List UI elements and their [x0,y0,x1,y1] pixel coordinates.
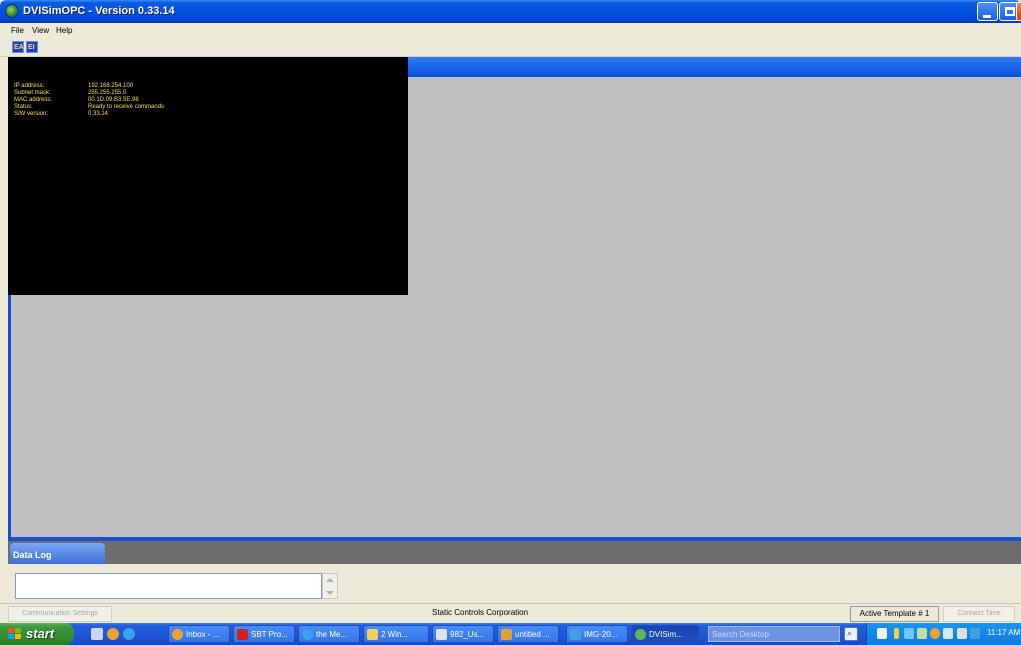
ie-icon [302,629,313,640]
taskbar-item-windows[interactable]: 2 Win... [363,625,429,643]
app-window: DVISimOPC - Version 0.33.14 File View He… [0,0,1021,623]
close-button[interactable] [1016,2,1021,21]
tray-volume-icon[interactable] [957,628,967,639]
dvisim-icon [635,629,646,640]
system-tray: 11:17 AM [866,623,1021,645]
menu-bar: File View Help [0,23,1021,39]
tray-security-icon[interactable] [943,628,953,639]
pdf-icon [237,629,248,640]
info-label: Status: [14,104,33,110]
email-icon [172,629,183,640]
taskbar-item-label: the Me... [316,630,348,639]
active-template-indicator: Active Template # 1 [850,606,939,622]
taskbar-item-inbox[interactable]: Inbox - ... [168,625,230,643]
info-value: Ready to receive commands [88,104,165,110]
minimize-icon [983,15,991,18]
taskbar-item-label: SBT Pro... [251,630,288,639]
image-icon [570,629,581,640]
toolbar-ea-label: EA [14,44,24,51]
quicklaunch-ie-icon[interactable] [123,628,135,640]
company-label: Static Controls Corporation [432,608,529,617]
device-info-panel: IP address: 192.168.254.100 Subnet mask:… [8,57,408,295]
scroll-down-icon[interactable] [326,591,334,595]
tray-help-icon[interactable] [877,628,887,639]
info-value: 00.1D.09.B3.5E.98 [88,97,139,103]
taskbar-item-sbt[interactable]: SBT Pro... [233,625,295,643]
desktop-search-input[interactable]: Search Desktop [708,626,840,642]
taskbar-item-untitled[interactable]: untitled ... [497,625,559,643]
taskbar-item-label: DVISim... [649,630,683,639]
connect-time-button[interactable]: Connect Time [943,606,1015,622]
quicklaunch-browser-icon[interactable] [107,628,119,640]
data-log-tab-label: Data Log [13,550,52,560]
info-label: MAC address: [14,97,53,103]
taskbar-item-label: Inbox - ... [186,630,220,639]
taskbar-item-982[interactable]: 982_Us... [432,625,494,643]
taskbar-item-label: 982_Us... [450,630,485,639]
search-button[interactable]: ⌕ [844,627,858,641]
info-value: 255.255.255.0 [88,90,127,96]
tray-app-icon[interactable] [917,628,927,639]
window-title: DVISimOPC - Version 0.33.14 [23,5,175,17]
workspace-header-bar [408,57,1021,77]
info-label: S/W version: [14,111,49,117]
menu-file[interactable]: File [11,26,24,35]
info-value: 192.168.254.100 [88,83,134,89]
tray-network-icon[interactable] [904,628,914,639]
data-log-tab[interactable]: Data Log [10,543,105,564]
document-icon [436,629,447,640]
info-label: IP address: [14,83,45,89]
toolbar: EA EI [0,39,1021,57]
taskbar-item-label: IMG-20... [584,630,618,639]
scroll-up-icon[interactable] [326,578,334,582]
tray-display-icon[interactable] [970,628,980,639]
start-label: start [26,626,55,641]
toolbar-ei-button[interactable]: EI [26,41,38,53]
minimize-button[interactable] [977,2,998,21]
workspace-left-border [8,295,11,541]
search-placeholder: Search Desktop [712,630,769,639]
status-bar: Communication Settings Static Controls C… [0,603,1021,623]
tray-info-icon[interactable] [894,628,899,639]
taskbar-item-the-me[interactable]: the Me... [298,625,360,643]
communication-settings-button[interactable]: Communication Settings [8,606,112,622]
taskbar-item-dvisim[interactable]: DVISim... [631,625,699,643]
app-icon [5,4,19,18]
data-log-scrollbar[interactable] [322,573,338,599]
toolbar-ei-label: EI [28,44,35,51]
start-button[interactable]: start [0,623,74,645]
menu-view[interactable]: View [32,26,49,35]
folder-icon [367,629,378,640]
toolbar-ea-button[interactable]: EA [12,41,24,53]
taskbar-item-label: untitled ... [515,630,550,639]
data-log-textbox[interactable] [15,573,322,599]
info-value: 0.33.14 [88,111,109,117]
quicklaunch-notepad-icon[interactable] [91,628,103,640]
windows-logo-icon [8,628,21,640]
title-bar[interactable]: DVISimOPC - Version 0.33.14 [0,0,1021,23]
paint-icon [501,629,512,640]
taskbar-item-label: 2 Win... [381,630,409,639]
data-log-tab-strip: Data Log [8,541,1021,564]
taskbar-item-img[interactable]: IMG-20... [566,625,628,643]
tray-messenger-icon[interactable] [930,628,940,639]
search-icon: ⌕ [847,628,853,638]
info-label: Subnet mask: [14,90,51,96]
menu-help[interactable]: Help [56,26,72,35]
data-log-panel [8,564,1021,602]
maximize-icon [1005,7,1015,16]
taskbar: start Inbox - ... SBT Pro... the Me... 2… [0,623,1021,645]
clock[interactable]: 11:17 AM [987,628,1020,637]
